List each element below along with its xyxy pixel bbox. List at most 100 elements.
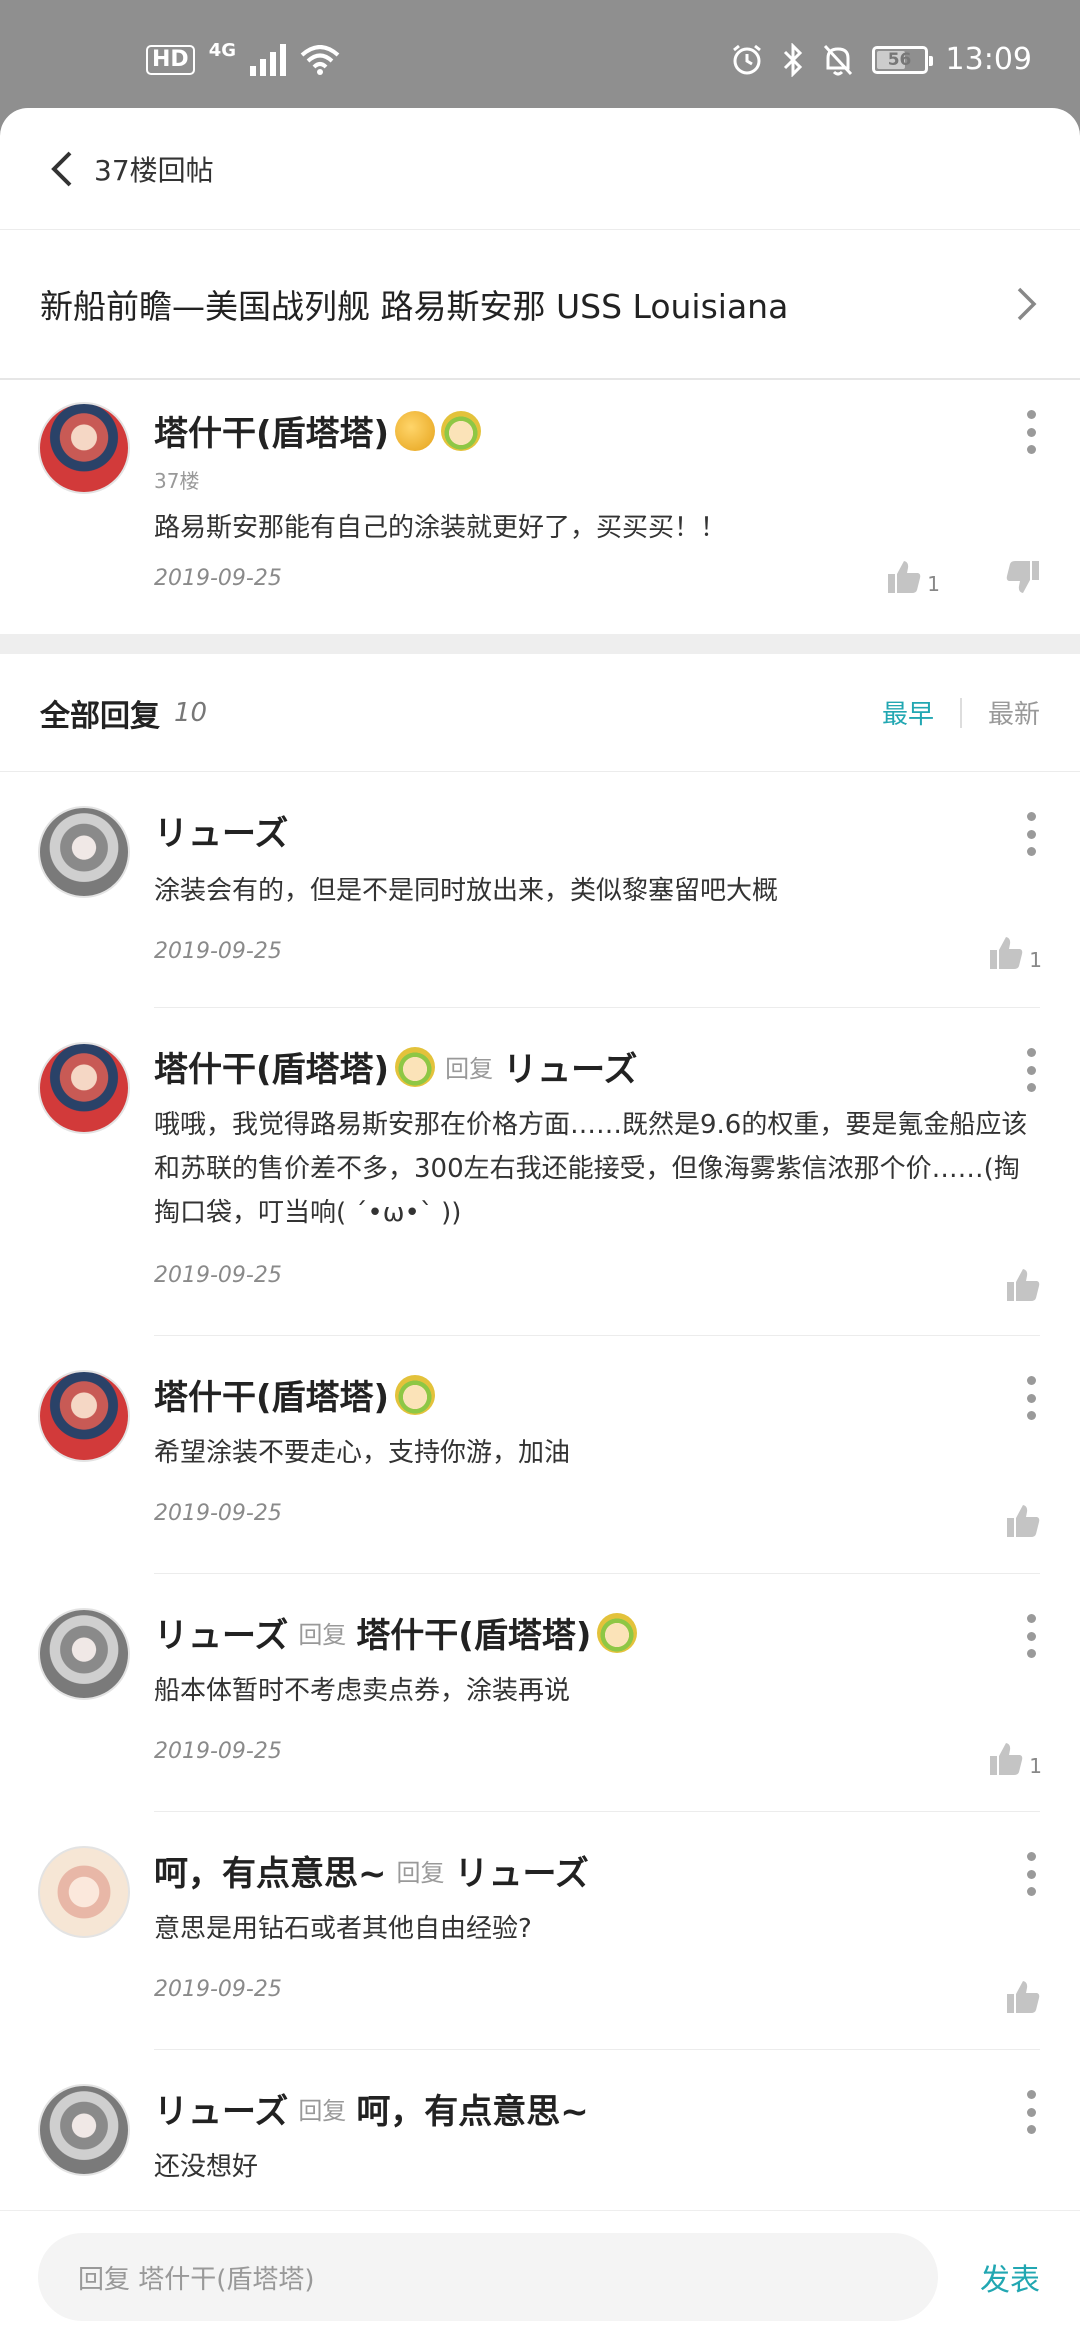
chevron-right-icon [1017, 287, 1037, 321]
bluetooth-icon [783, 42, 802, 77]
thumbs-up-icon [1007, 1981, 1040, 2013]
reply-target[interactable]: 呵，有点意思~ [356, 2084, 589, 2133]
more-icon[interactable] [1024, 1852, 1038, 1896]
reply-keyword: 回复 [445, 1055, 494, 1083]
thumbs-up-icon [888, 561, 921, 593]
hd-badge: HD [146, 45, 195, 75]
sort-earliest-button[interactable]: 最早 [882, 694, 934, 731]
avatar[interactable] [38, 806, 130, 898]
post-text: 路易斯安那能有自己的涂装就更好了，买买买！！ [154, 513, 727, 543]
like-count: 1 [1029, 948, 1042, 972]
alarm-icon [732, 44, 761, 74]
reply-placeholder: 回复 塔什干(盾塔塔) [78, 2264, 315, 2295]
avatar-badge-icon [395, 1046, 436, 1087]
reply-date: 2019-09-25 [154, 939, 282, 964]
reply-date: 2019-09-25 [154, 1977, 282, 2002]
thumbs-up-icon [990, 937, 1023, 969]
main-post-footer: 2019-09-25 1 [0, 556, 1080, 634]
reply-keyword: 回复 [298, 1621, 347, 1649]
send-button[interactable]: 发表 [980, 2255, 1040, 2299]
reply-author[interactable]: リューズ [154, 1608, 288, 1657]
dislike-button[interactable] [1004, 558, 1042, 596]
thumbs-up-icon [1007, 1505, 1040, 1537]
sort-divider [959, 697, 962, 728]
section-separator [0, 634, 1080, 654]
like-count: 1 [1029, 1754, 1042, 1778]
reply-text: 希望涂装不要走心，支持你游，加油 [154, 1438, 571, 1468]
reply-item: リューズ 涂装会有的，但是不是同时放出来，类似黎塞留吧大概 2019-09-25… [0, 772, 1080, 1008]
like-button[interactable] [1004, 1502, 1042, 1540]
reply-text: 还没想好 [154, 2152, 259, 2182]
wifi-icon [300, 45, 340, 75]
reply-keyword: 回复 [396, 1859, 445, 1887]
reply-author[interactable]: リューズ [154, 806, 288, 855]
reply-author[interactable]: リューズ [154, 2084, 288, 2133]
more-icon[interactable] [1024, 1376, 1038, 1420]
reply-author-row: 塔什干(盾塔塔) [154, 1370, 1040, 1419]
like-button[interactable] [1004, 1978, 1042, 2016]
reply-author-row: リューズ 回复 塔什干(盾塔塔) [154, 1608, 1040, 1657]
reply-author-row: 塔什干(盾塔塔) 回复 リューズ [154, 1042, 1040, 1091]
avatar-badge-icon [597, 1612, 638, 1653]
avatar[interactable] [38, 402, 130, 494]
sort-toggle: 最早 最新 [882, 694, 1040, 731]
status-left: HD 4G [146, 40, 340, 76]
status-bar: HD 4G 56 13:09 [0, 0, 1080, 108]
avatar[interactable] [38, 1608, 130, 1700]
avatar[interactable] [38, 1846, 130, 1938]
like-button[interactable]: 1 [987, 1740, 1042, 1778]
avatar[interactable] [38, 1370, 130, 1462]
post-date: 2019-09-25 [154, 566, 282, 591]
reply-author[interactable]: 塔什干(盾塔塔) [154, 1370, 389, 1419]
thumbs-down-icon [1006, 561, 1039, 593]
more-icon[interactable] [1024, 410, 1038, 454]
top-bar: 37楼回帖 [0, 108, 1080, 230]
reply-item: 呵，有点意思~ 回复 リューズ 意思是用钻石或者其他自由经验? 2019-09-… [0, 1812, 1080, 2050]
status-right: 56 13:09 [730, 42, 1032, 77]
reply-target[interactable]: 塔什干(盾塔塔) [356, 1608, 591, 1657]
replies-count: 10 [174, 697, 208, 728]
more-icon[interactable] [1024, 1614, 1038, 1658]
page-title: 37楼回帖 [94, 153, 214, 187]
avatar-badge-icon [395, 1374, 436, 1415]
reply-date: 2019-09-25 [154, 1263, 282, 1288]
more-icon[interactable] [1024, 812, 1038, 856]
like-button[interactable]: 1 [987, 934, 1042, 972]
sort-latest-button[interactable]: 最新 [988, 694, 1040, 731]
thread-link[interactable]: 新船前瞻—美国战列舰 路易斯安那 USS Louisiana [0, 230, 1080, 380]
reply-date: 2019-09-25 [154, 1739, 282, 1764]
reply-author[interactable]: 塔什干(盾塔塔) [154, 1042, 389, 1091]
floor-number: 37楼 [154, 469, 200, 493]
battery-icon: 56 [871, 45, 933, 74]
like-count: 1 [927, 572, 940, 596]
reply-text: 船本体暂时不考虑卖点券，涂装再说 [154, 1676, 571, 1706]
reply-author-row: 呵，有点意思~ 回复 リューズ [154, 1846, 1040, 1895]
like-button[interactable]: 1 [885, 558, 940, 596]
battery-level: 56 [887, 49, 912, 70]
reply-item: リューズ 回复 塔什干(盾塔塔) 船本体暂时不考虑卖点券，涂装再说 2019-0… [0, 1574, 1080, 1812]
back-arrow-icon [51, 151, 72, 186]
level-badge-icon [395, 410, 436, 451]
like-button[interactable] [1004, 1266, 1042, 1304]
reply-author[interactable]: 呵，有点意思~ [154, 1846, 387, 1895]
reply-text: 涂装会有的，但是不是同时放出来，类似黎塞留吧大概 [154, 876, 779, 906]
main-post: 塔什干(盾塔塔) 37楼 路易斯安那能有自己的涂装就更好了，买买买！！ [0, 380, 1080, 556]
reply-text: 意思是用钻石或者其他自由经验? [154, 1914, 532, 1944]
post-author[interactable]: 塔什干(盾塔塔) [154, 406, 389, 455]
network-type: 4G [208, 39, 236, 61]
reply-author-row: リューズ 回复 呵，有点意思~ [154, 2084, 1040, 2133]
replies-label: 全部回复 [40, 698, 160, 734]
back-button[interactable] [48, 149, 88, 189]
reply-target[interactable]: リューズ [455, 1846, 589, 1895]
replies-header: 全部回复 10 最早 最新 [0, 654, 1080, 772]
reply-date: 2019-09-25 [154, 1501, 282, 1526]
reply-input[interactable]: 回复 塔什干(盾塔塔) [38, 2233, 938, 2321]
mute-icon [823, 44, 852, 75]
reply-target[interactable]: リューズ [503, 1042, 637, 1091]
more-icon[interactable] [1024, 1048, 1038, 1092]
more-icon[interactable] [1024, 2090, 1038, 2134]
thumbs-up-icon [1007, 1269, 1040, 1301]
reply-item: 塔什干(盾塔塔) 希望涂装不要走心，支持你游，加油 2019-09-25 [0, 1336, 1080, 1574]
avatar[interactable] [38, 2084, 130, 2176]
avatar[interactable] [38, 1042, 130, 1134]
